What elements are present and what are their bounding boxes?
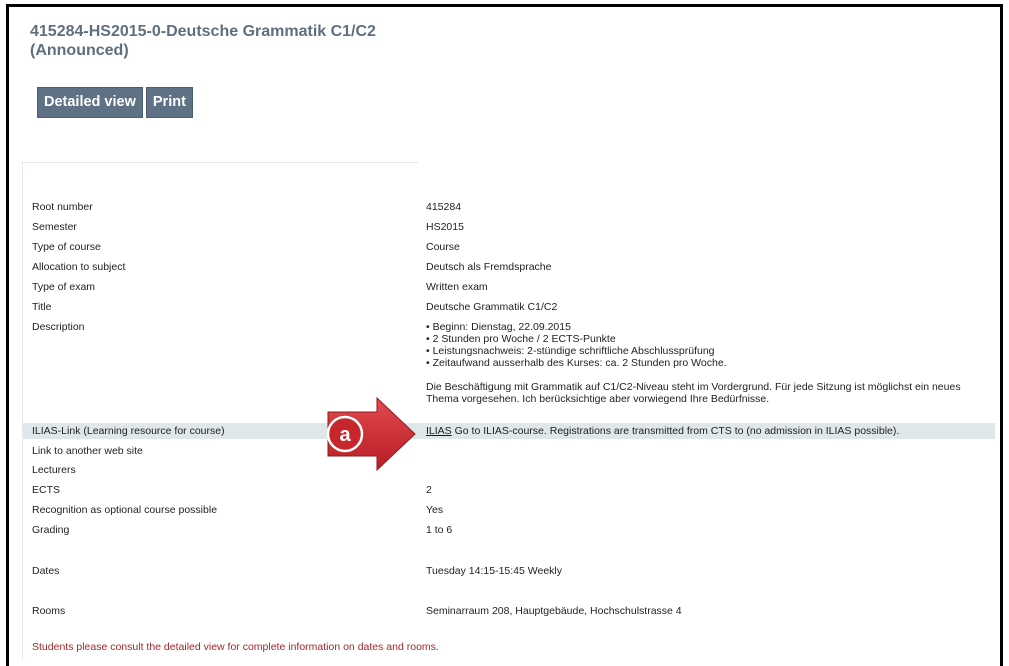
row-label: Allocation to subject [32, 261, 126, 273]
annotation-arrow: a [326, 396, 416, 472]
divider [22, 162, 418, 163]
row-value: Yes [426, 504, 444, 516]
description-bullets: • Beginn: Dienstag, 22.09.2015 • 2 Stund… [426, 321, 991, 369]
row-value: Course [426, 241, 460, 253]
row-label: ILIAS-Link (Learning resource for course… [32, 425, 225, 437]
row-label: ECTS [32, 484, 61, 496]
row-value: ILIAS Go to ILIAS-course. Registrations … [426, 425, 991, 437]
detail-row-ilias: ILIAS-Link (Learning resource for course… [23, 423, 995, 439]
row-label: Link to another web site [32, 445, 143, 457]
row-label: Lecturers [32, 464, 76, 476]
row-value: Seminarraum 208, Hauptgebäude, Hochschul… [426, 605, 682, 617]
row-value: 1 to 6 [426, 524, 453, 536]
description-value: • Beginn: Dienstag, 22.09.2015 • 2 Stund… [426, 321, 991, 405]
row-label: Title [32, 301, 52, 313]
description-bullet: • Zeitaufwand ausserhalb des Kurses: ca.… [426, 357, 727, 369]
row-label: Semester [32, 221, 77, 233]
row-value: 415284 [426, 201, 462, 213]
description-paragraph: Die Beschäftigung mit Grammatik auf C1/C… [426, 381, 961, 405]
row-label: Type of course [32, 241, 101, 253]
row-value: 2 [426, 484, 432, 496]
annotation-label: a [339, 424, 351, 446]
description-bullet: • Leistungsnachweis: 2-stündige schriftl… [426, 345, 715, 357]
description-bullet: • 2 Stunden pro Woche / 2 ECTS-Punkte [426, 333, 616, 345]
footer-note: Students please consult the detailed vie… [32, 641, 439, 653]
row-label: Rooms [32, 605, 66, 617]
row-label: Recognition as optional course possible [32, 504, 218, 516]
print-button[interactable]: Print [145, 87, 193, 118]
row-value: Tuesday 14:15-15:45 Weekly [426, 565, 562, 577]
row-value: HS2015 [426, 221, 464, 233]
row-value: Deutsche Grammatik C1/C2 [426, 301, 558, 313]
row-label: Type of exam [32, 281, 96, 293]
detailed-view-button[interactable]: Detailed view [37, 87, 143, 118]
divider [22, 162, 23, 661]
description-bullet: • Beginn: Dienstag, 22.09.2015 [426, 321, 571, 333]
ilias-description: Go to ILIAS-course. Registrations are tr… [451, 425, 900, 437]
row-label: Dates [32, 565, 60, 577]
row-value: Written exam [426, 281, 488, 293]
ilias-link[interactable]: ILIAS [426, 425, 452, 437]
page-title: 415284-HS2015-0-Deutsche Grammatik C1/C2… [30, 23, 376, 59]
action-buttons: Detailed view Print [37, 87, 193, 118]
row-value: Deutsch als Fremdsprache [426, 261, 552, 273]
row-label: Grading [32, 524, 70, 536]
row-label: Root number [32, 201, 93, 213]
row-label: Description [32, 321, 85, 333]
